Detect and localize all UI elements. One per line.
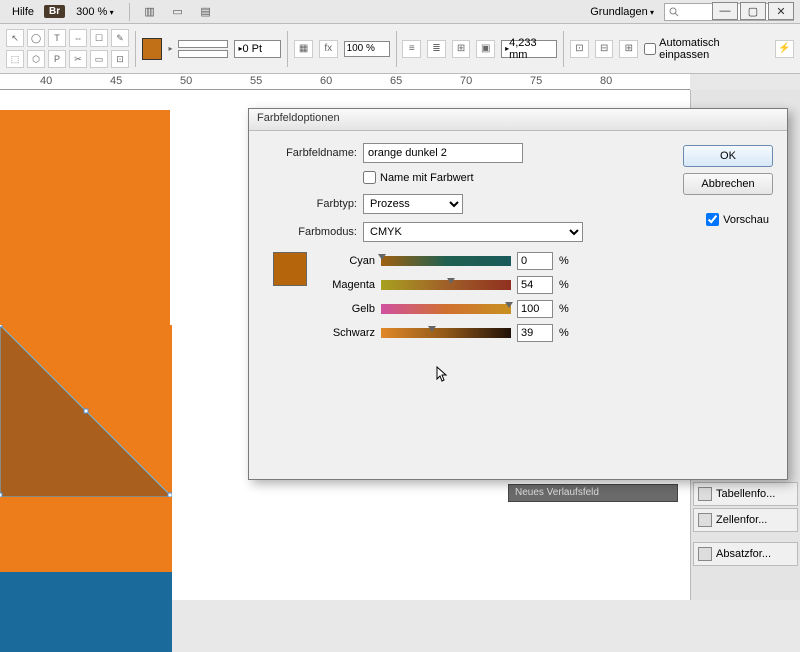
- menu-help[interactable]: Hilfe: [6, 4, 40, 20]
- yellow-slider[interactable]: [381, 304, 511, 314]
- name-label: Farbfeldname:: [263, 147, 363, 159]
- bridge-launcher[interactable]: Br: [44, 5, 65, 18]
- quick-apply-icon[interactable]: ⚡: [775, 40, 794, 58]
- stroke-style-2[interactable]: [178, 50, 228, 58]
- object-fit-icon[interactable]: ▣: [476, 40, 495, 58]
- artwork-rect-orange[interactable]: [0, 110, 170, 325]
- cyan-value-input[interactable]: [517, 252, 553, 270]
- separator: [135, 31, 136, 67]
- minimize-button[interactable]: —: [712, 2, 738, 20]
- magenta-value-input[interactable]: [517, 276, 553, 294]
- artwork-rect-blue[interactable]: [0, 572, 172, 652]
- separator: [396, 31, 397, 67]
- fx-icon[interactable]: fx: [319, 40, 338, 58]
- frame-fit-icon[interactable]: ⊞: [452, 40, 471, 58]
- name-with-color-label: Name mit Farbwert: [380, 172, 474, 184]
- panel-cell-formats[interactable]: Zellenfor...: [693, 508, 798, 532]
- artwork-triangle-brown[interactable]: [0, 325, 172, 497]
- view-options-icon[interactable]: ▥: [138, 2, 162, 22]
- cmyk-sliders: Cyan % Magenta % Gelb %: [317, 252, 773, 348]
- magenta-slider[interactable]: [381, 280, 511, 290]
- color-type-select[interactable]: Prozess: [363, 194, 463, 214]
- color-mode-select[interactable]: CMYK: [363, 222, 583, 242]
- auto-fit-label: Automatisch einpassen: [659, 37, 763, 61]
- window-controls: — ▢ ✕: [712, 2, 794, 20]
- stroke-controls: [178, 40, 228, 58]
- close-button[interactable]: ✕: [768, 2, 794, 20]
- separator: [563, 31, 564, 67]
- yellow-value-input[interactable]: [517, 300, 553, 318]
- control-toolbar: ↖◯T⇔☐✎ ⬚⬡P✂▭⊡ ▸ 0 Pt ▦ fx 100 % ≡ ≣ ⊞ ▣ …: [0, 24, 800, 74]
- cyan-slider[interactable]: [381, 256, 511, 266]
- align-2-icon[interactable]: ⊟: [595, 40, 614, 58]
- dialog-title: Farbfeldoptionen: [249, 109, 787, 131]
- tool-palette[interactable]: ↖◯T⇔☐✎ ⬚⬡P✂▭⊡: [6, 29, 129, 68]
- separator: [287, 31, 288, 67]
- cancel-button[interactable]: Abbrechen: [683, 173, 773, 195]
- color-mode-label: Farbmodus:: [263, 226, 363, 238]
- screen-mode-icon[interactable]: ▭: [166, 2, 190, 22]
- yellow-label: Gelb: [317, 303, 375, 315]
- ok-button[interactable]: OK: [683, 145, 773, 167]
- auto-fit-checkbox[interactable]: Automatisch einpassen: [644, 37, 763, 61]
- fill-swatch[interactable]: [142, 38, 163, 60]
- stroke-weight-input[interactable]: 0 Pt: [234, 40, 281, 58]
- maximize-button[interactable]: ▢: [740, 2, 766, 20]
- preview-checkbox[interactable]: [706, 213, 719, 226]
- dimension-input[interactable]: 4,233 mm: [501, 40, 557, 58]
- black-label: Schwarz: [317, 327, 375, 339]
- text-wrap-icon[interactable]: ≡: [402, 40, 421, 58]
- zoom-level-dropdown[interactable]: 300 %: [69, 3, 120, 21]
- panel-paragraph-formats[interactable]: Absatzfor...: [693, 542, 798, 566]
- auto-fit-check[interactable]: [644, 43, 656, 55]
- stroke-style[interactable]: [178, 40, 228, 48]
- align-3-icon[interactable]: ⊞: [619, 40, 638, 58]
- preview-label: Vorschau: [723, 214, 769, 226]
- name-with-color-checkbox[interactable]: [363, 171, 376, 184]
- table-icon: [698, 487, 712, 501]
- effects-icon[interactable]: ▦: [294, 40, 313, 58]
- black-slider[interactable]: [381, 328, 511, 338]
- color-preview-swatch: [273, 252, 307, 286]
- cyan-label: Cyan: [317, 255, 375, 267]
- paragraph-icon: [698, 547, 712, 561]
- color-type-label: Farbtyp:: [263, 198, 363, 210]
- separator: [129, 3, 130, 21]
- swatch-options-dialog: Farbfeldoptionen Farbfeldname: Name mit …: [248, 108, 788, 480]
- black-value-input[interactable]: [517, 324, 553, 342]
- panel-menu-item-new-gradient[interactable]: Neues Verlaufsfeld: [508, 484, 678, 502]
- cell-icon: [698, 513, 712, 527]
- app-menubar: Hilfe Br 300 % ▥ ▭ ▤ Grundlagen: [0, 0, 800, 24]
- panel-table-formats[interactable]: Tabellenfo...: [693, 482, 798, 506]
- magenta-label: Magenta: [317, 279, 375, 291]
- horizontal-ruler: 40 45 50 55 60 65 70 75 80: [0, 74, 690, 90]
- workspace-switcher[interactable]: Grundlagen: [584, 4, 660, 20]
- arrange-icon[interactable]: ▤: [194, 2, 218, 22]
- text-wrap-2-icon[interactable]: ≣: [427, 40, 446, 58]
- align-icon[interactable]: ⊡: [570, 40, 589, 58]
- swatch-name-input[interactable]: [363, 143, 523, 163]
- opacity-input[interactable]: 100 %: [344, 41, 390, 57]
- artwork-rect-orange-2[interactable]: [0, 497, 172, 572]
